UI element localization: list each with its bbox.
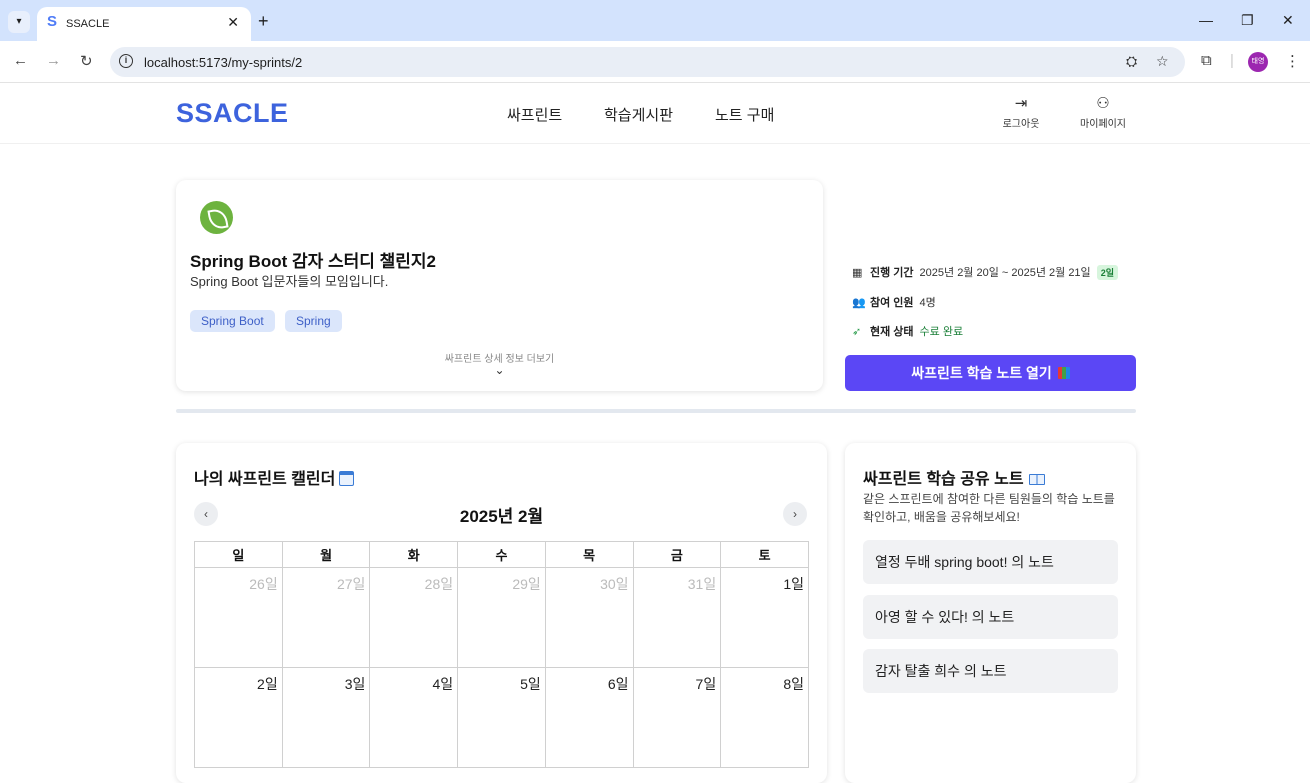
logout-label: 로그아웃 [1002,119,1040,130]
members-row: 👥 참여 인원 4명 [852,294,936,310]
members-value: 4명 [919,297,936,309]
weekday-thu: 목 [544,541,634,568]
weekday-tue: 화 [369,541,459,568]
calendar-day-cell[interactable]: 6일 [544,667,634,768]
minimize-icon[interactable]: — [1199,12,1213,28]
new-tab-icon[interactable]: + [258,11,269,32]
mypage-button[interactable]: ⚇ 마이페이지 [1068,95,1138,130]
open-sprint-note-button[interactable]: 싸프린트 학습 노트 열기 [845,355,1136,391]
calendar-title: 나의 싸프린트 캘린더 [194,465,355,489]
calendar-day-cell[interactable]: 4일 [369,667,459,768]
status-label: 현재 상태 [870,326,914,338]
forward-icon[interactable]: → [46,52,61,69]
calendar-week-row: 26일 27일 28일 29일 30일 31일 1일 [194,567,809,668]
users-icon: 👥 [852,297,866,309]
translate-icon[interactable]: ⛭ [1126,53,1137,70]
open-book-icon [1028,474,1045,485]
shared-note-item[interactable]: 아영 할 수 있다! 의 노트 [863,595,1118,639]
tab-search-chevron-icon[interactable]: ▾ [8,11,30,33]
period-value: 2025년 2월 20일 ~ 2025년 2월 21일 [919,267,1091,279]
tab-close-icon[interactable]: ✕ [227,14,239,31]
logout-button[interactable]: ⇥ 로그아웃 [986,95,1056,130]
calendar-day-cell[interactable]: 26일 [194,567,283,668]
weekday-header-row: 일 월 화 수 목 금 토 [194,541,809,568]
tab-title: SSACLE [66,18,110,30]
calendar-day-cell[interactable]: 7일 [632,667,722,768]
rocket-icon: ➶ [852,326,862,338]
weekday-sun: 일 [194,541,283,568]
weekday-wed: 수 [457,541,546,568]
nav-note-purchase[interactable]: 노트 구매 [715,104,774,125]
back-icon[interactable]: ← [13,52,28,69]
calendar-day-cell[interactable]: 30일 [544,567,634,668]
calendar-day-cell[interactable]: 31일 [632,567,722,668]
weekday-fri: 금 [632,541,722,568]
site-logo[interactable]: SSACLE [176,98,289,129]
calendar-grid: 일 월 화 수 목 금 토 26일 27일 28일 29일 30일 31일 1일… [194,541,809,768]
spring-leaf-icon [200,201,233,234]
calendar-week-row: 2일 3일 4일 5일 6일 7일 8일 [194,667,809,768]
reload-icon[interactable]: ↻ [80,52,93,70]
chevron-down-icon[interactable]: ⌄ [176,363,823,377]
calendar-day-cell[interactable]: 1일 [720,567,809,668]
tab-favicon: S [47,13,58,30]
period-label: 진행 기간 [870,267,914,279]
status-row: ➶ 현재 상태 수료 완료 [852,323,963,339]
sprint-description: Spring Boot 입문자들의 모임입니다. [190,274,389,289]
extensions-icon[interactable]: ⧉ [1201,52,1212,69]
shared-notes-card: 싸프린트 학습 공유 노트 같은 스프린트에 참여한 다른 팀원들의 학습 노트… [845,443,1136,783]
duration-badge: 2일 [1096,265,1118,280]
user-icon: ⚇ [1096,95,1110,112]
sprint-summary-card: Spring Boot 감자 스터디 챌린지2 Spring Boot 입문자들… [176,180,823,391]
profile-avatar[interactable]: 태영 [1248,52,1268,72]
calendar-icon: ▦ [852,267,863,279]
status-value: 수료 완료 [919,326,964,338]
nav-study-board[interactable]: 학습게시판 [604,104,673,125]
toolbar-separator: | [1230,52,1234,69]
shared-notes-title: 싸프린트 학습 공유 노트 [863,465,1045,489]
sprint-calendar-card: 나의 싸프린트 캘린더 ‹ 2025년 2월 › 일 월 화 수 목 금 토 2… [176,443,827,783]
browser-tab[interactable]: S SSACLE ✕ [37,7,251,41]
restore-icon[interactable]: ❐ [1241,12,1254,29]
shared-notes-description: 같은 스프린트에 참여한 다른 팀원들의 학습 노트를 확인하고, 배움을 공유… [863,492,1115,524]
next-month-button[interactable]: › [783,502,807,526]
calendar-month: 2025년 2월 [459,507,544,526]
bookmark-star-icon[interactable]: ☆ [1156,53,1169,70]
sprint-title: Spring Boot 감자 스터디 챌린지2 [190,252,437,271]
site-info-icon[interactable]: i [119,54,133,68]
calendar-day-cell[interactable]: 5일 [457,667,546,768]
tag-chip: Spring Boot [190,310,275,332]
browser-tab-bar: ▾ S SSACLE ✕ + — ❐ ✕ [0,0,1310,41]
members-label: 참여 인원 [870,297,914,309]
calendar-day-cell[interactable]: 28일 [369,567,459,668]
shared-notes-title-text: 싸프린트 학습 공유 노트 [863,471,1024,488]
books-icon [1057,367,1070,379]
logout-icon: ⇥ [1014,95,1028,112]
calendar-day-cell[interactable]: 3일 [281,667,371,768]
section-divider [176,409,1136,413]
window-close-icon[interactable]: ✕ [1282,12,1294,29]
open-sprint-note-label: 싸프린트 학습 노트 열기 [911,365,1052,381]
mypage-label: 마이페이지 [1080,119,1126,130]
app-header: SSACLE 싸프린트 학습게시판 노트 구매 ⇥ 로그아웃 ⚇ 마이페이지 [0,84,1310,144]
period-row: ▦ 진행 기간 2025년 2월 20일 ~ 2025년 2월 21일 2일 [852,264,1118,280]
calendar-day-cell[interactable]: 8일 [720,667,809,768]
shared-note-item[interactable]: 감자 탈출 희수 의 노트 [863,649,1118,693]
address-url[interactable]: localhost:5173/my-sprints/2 [144,55,302,70]
calendar-day-cell[interactable]: 27일 [281,567,371,668]
calendar-emoji-icon [339,471,355,486]
nav-sprint[interactable]: 싸프린트 [507,104,562,125]
calendar-title-text: 나의 싸프린트 캘린더 [194,471,336,488]
shared-note-item[interactable]: 열정 두배 spring boot! 의 노트 [863,540,1118,584]
weekday-sat: 토 [720,541,809,568]
tag-chip: Spring [285,310,342,332]
browser-toolbar: ← → ↻ i localhost:5173/my-sprints/2 ⛭ ☆ … [0,41,1310,83]
address-bar[interactable]: i localhost:5173/my-sprints/2 ⛭ ☆ [110,47,1185,77]
calendar-day-cell[interactable]: 29일 [457,567,546,668]
menu-kebab-icon[interactable]: ⋮ [1285,52,1300,70]
weekday-mon: 월 [281,541,371,568]
calendar-day-cell[interactable]: 2일 [194,667,283,768]
